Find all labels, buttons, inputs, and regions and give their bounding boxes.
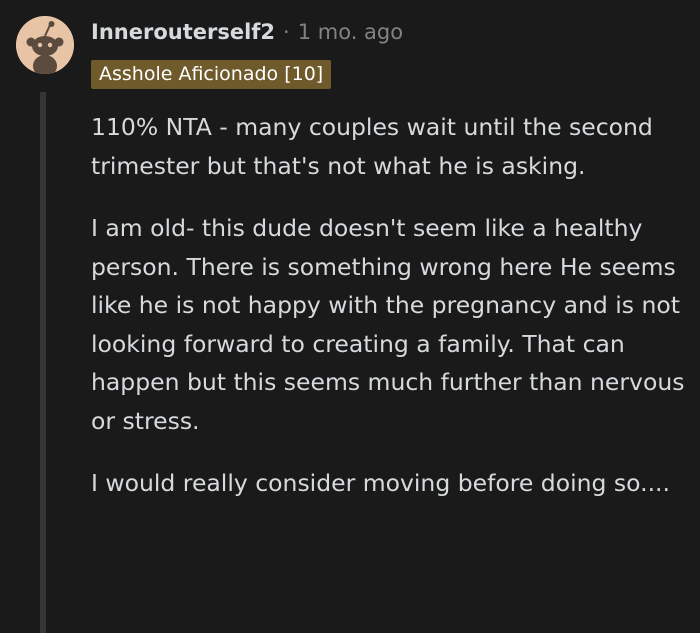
comment-paragraph-2: I am old- this dude doesn't seem like a … [91, 214, 685, 435]
comment-timestamp[interactable]: 1 mo. ago [298, 20, 403, 44]
thread-collapse-line[interactable] [40, 92, 46, 633]
reddit-snoo-avatar-icon [16, 16, 74, 74]
comment: Innerouterself2 · 1 mo. ago Asshole Afic… [0, 0, 700, 633]
user-flair-badge: Asshole Aficionado [10] [91, 60, 332, 89]
user-avatar-icon[interactable] [16, 16, 74, 74]
username-link[interactable]: Innerouterself2 [91, 20, 275, 44]
comment-header: Innerouterself2 · 1 mo. ago [91, 14, 403, 50]
comment-paragraph-3: I would really consider moving before do… [91, 469, 670, 497]
separator-dot: · [283, 20, 290, 44]
comment-paragraph-1: 110% NTA - many couples wait until the s… [91, 113, 653, 180]
comment-body: 110% NTA - many couples wait until the s… [91, 108, 691, 527]
